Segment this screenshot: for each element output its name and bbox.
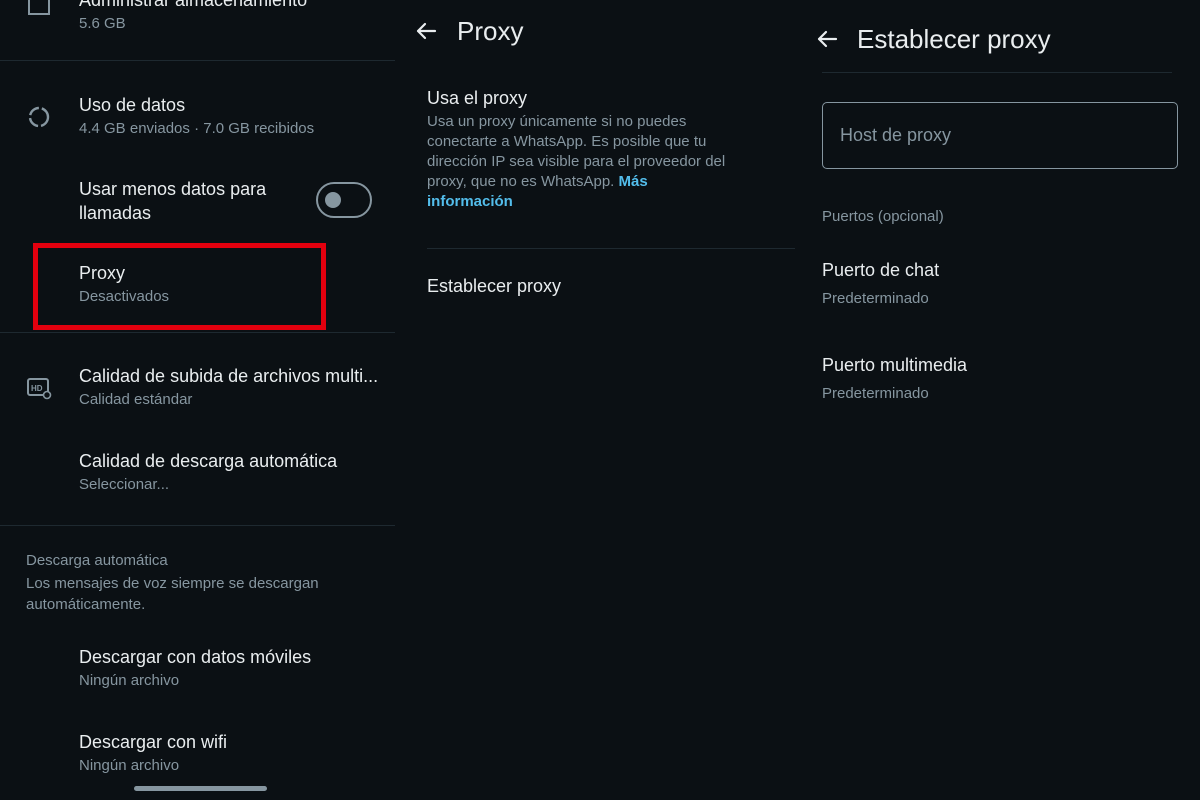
download-mobile-data-title: Descargar con datos móviles [79, 647, 312, 667]
data-usage-summary: 4.4 GB enviados · 7.0 GB recibidos [79, 120, 315, 137]
less-data-calls-toggle[interactable] [316, 182, 372, 218]
media-port-item[interactable]: Puerto multimedia Predeterminado [822, 353, 967, 404]
download-mobile-data-value: Ningún archivo [79, 672, 180, 689]
storage-data-settings-panel: Administrar almacenamiento 5.6 GB Uso de… [0, 0, 395, 800]
auto-download-section-label: Descarga automática [26, 552, 168, 569]
proxy-panel: Proxy Usa el proxy Usa un proxy únicamen… [395, 0, 795, 800]
less-data-calls-title-line1: Usar menos datos para [79, 179, 267, 199]
media-upload-quality-item[interactable]: HD Calidad de subida de archivos multi..… [0, 355, 395, 415]
home-indicator[interactable] [134, 786, 267, 791]
download-wifi-value: Ningún archivo [79, 757, 180, 774]
set-proxy-panel: Establecer proxy Host de proxy Puertos (… [795, 0, 1200, 800]
auto-download-quality-item[interactable]: Calidad de descarga automática Seleccion… [0, 440, 395, 500]
screen: Administrar almacenamiento 5.6 GB Uso de… [0, 0, 1200, 800]
media-upload-quality-title: Calidad de subida de archivos multi... [79, 366, 379, 386]
set-proxy-item[interactable]: Establecer proxy [427, 274, 561, 298]
proxy-host-placeholder: Host de proxy [840, 125, 952, 145]
media-upload-quality-value: Calidad estándar [79, 391, 193, 408]
divider [0, 332, 395, 333]
divider [822, 72, 1172, 73]
manage-storage-item[interactable]: Administrar almacenamiento 5.6 GB [0, 0, 395, 60]
chat-port-value: Predeterminado [822, 290, 929, 307]
set-proxy-label: Establecer proxy [427, 276, 562, 296]
data-usage-icon [26, 104, 52, 130]
auto-download-quality-title: Calidad de descarga automática [79, 451, 338, 471]
ports-section-label: Puertos (opcional) [822, 206, 944, 227]
data-usage-title: Uso de datos [79, 95, 186, 115]
proxy-highlight-box [33, 243, 326, 330]
download-wifi-title: Descargar con wifi [79, 732, 228, 752]
auto-download-section: Descarga automática Los mensajes de voz … [26, 550, 391, 615]
back-arrow-icon[interactable] [415, 20, 437, 42]
use-proxy-description: Usa un proxy únicamente si no puedes con… [427, 112, 727, 212]
ports-label: Puertos (opcional) [822, 208, 944, 225]
divider [427, 248, 795, 249]
less-data-calls-title-line2: llamadas [79, 203, 152, 223]
data-usage-item[interactable]: Uso de datos 4.4 GB enviados · 7.0 GB re… [0, 84, 395, 146]
auto-download-quality-value: Seleccionar... [79, 476, 170, 493]
auto-download-desc-line2: automáticamente. [26, 596, 146, 613]
hd-icon: HD [26, 375, 52, 401]
media-port-value: Predeterminado [822, 385, 929, 402]
use-proxy-item[interactable]: Usa el proxy [427, 86, 527, 110]
manage-storage-size: 5.6 GB [79, 15, 126, 32]
folder-icon [26, 0, 52, 18]
use-proxy-title: Usa el proxy [427, 88, 528, 108]
proxy-host-input[interactable]: Host de proxy [822, 102, 1178, 169]
chat-port-title: Puerto de chat [822, 260, 940, 280]
toggle-knob [325, 192, 341, 208]
auto-download-desc-line1: Los mensajes de voz siempre se descargan [26, 575, 319, 592]
use-proxy-desc-text: Usa un proxy únicamente si no puedes con… [427, 113, 726, 190]
media-port-title: Puerto multimedia [822, 355, 968, 375]
download-wifi-item[interactable]: Descargar con wifi Ningún archivo [0, 721, 395, 781]
svg-text:HD: HD [31, 384, 43, 393]
download-mobile-data-item[interactable]: Descargar con datos móviles Ningún archi… [0, 636, 395, 696]
manage-storage-title: Administrar almacenamiento [79, 0, 308, 10]
divider [0, 525, 395, 526]
chat-port-item[interactable]: Puerto de chat Predeterminado [822, 258, 939, 309]
proxy-header-title: Proxy [457, 16, 524, 46]
set-proxy-header-title: Establecer proxy [857, 24, 1051, 54]
divider [0, 60, 395, 61]
back-arrow-icon[interactable] [816, 28, 838, 50]
